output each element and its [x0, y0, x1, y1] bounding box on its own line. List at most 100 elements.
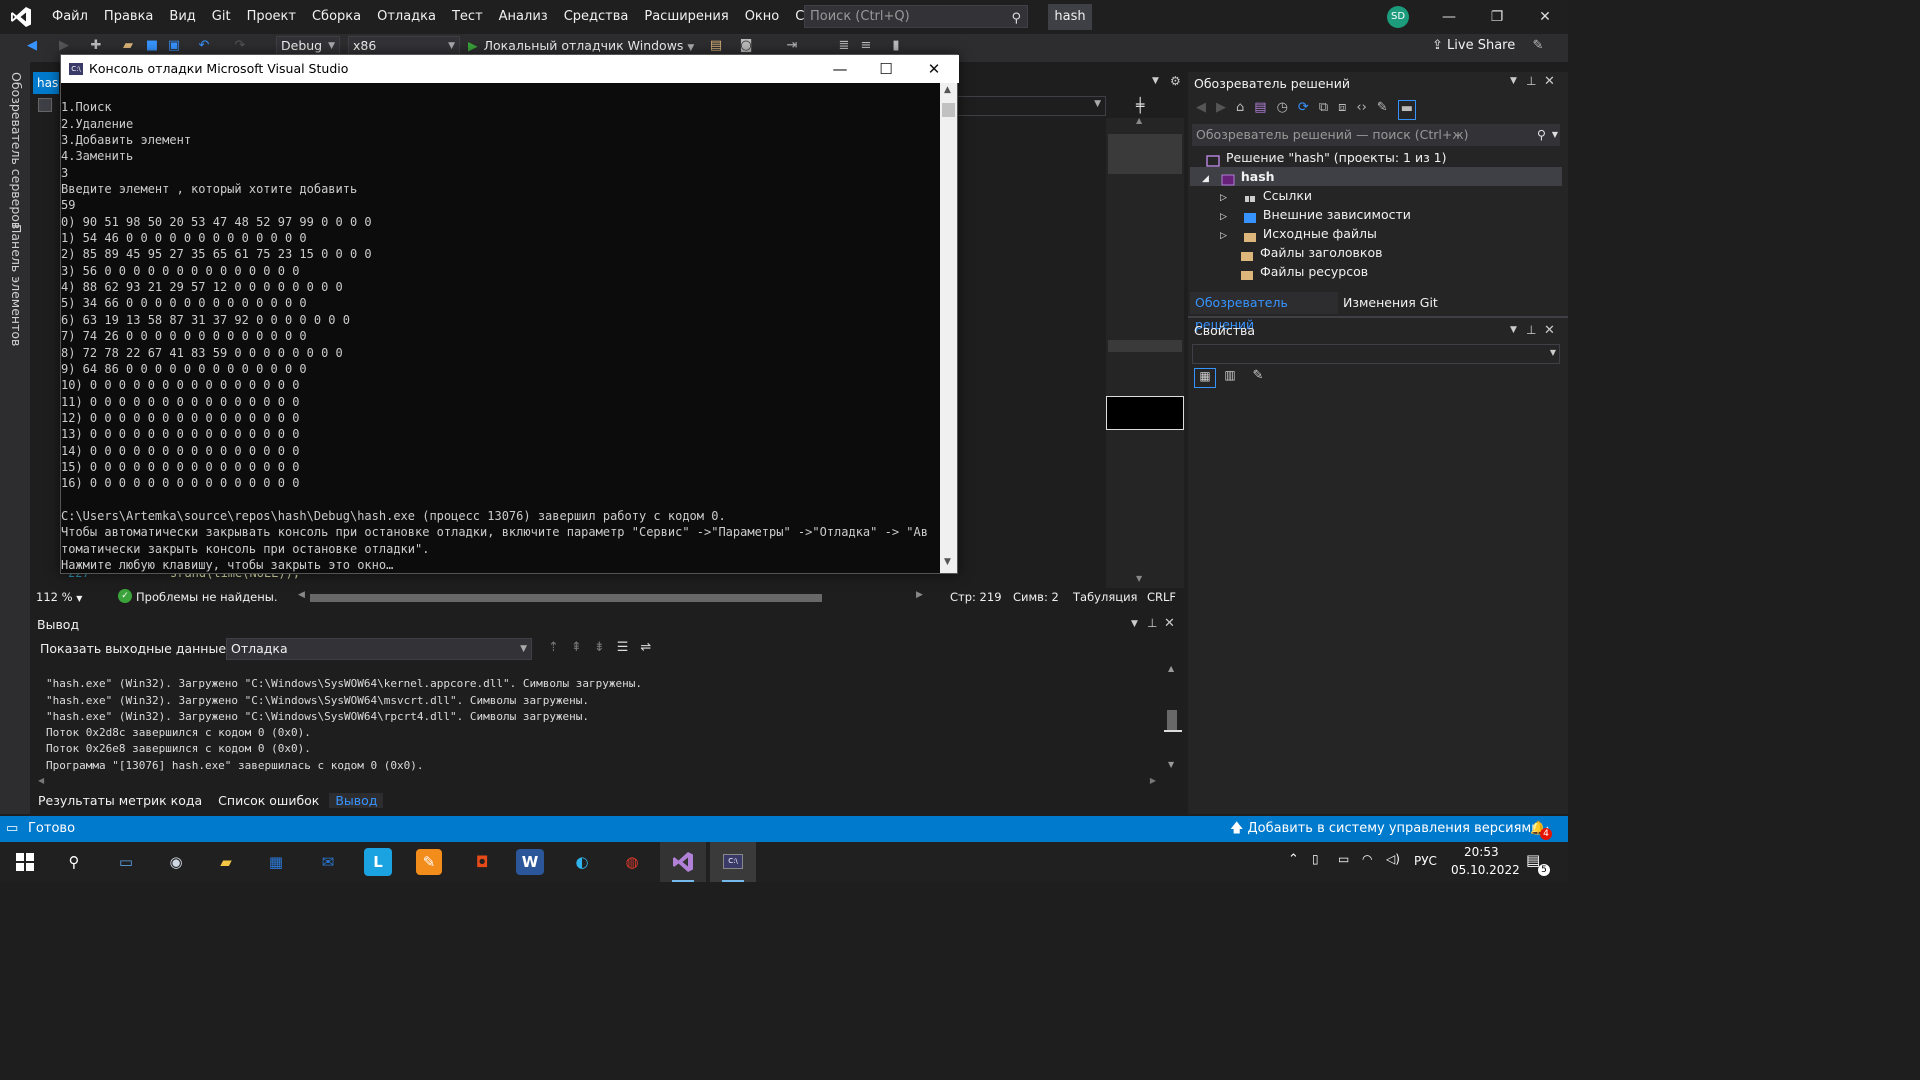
tray-wifi-icon[interactable]: ◠ — [1362, 852, 1372, 866]
indent-indicator[interactable]: Табуляция — [1073, 590, 1137, 604]
menu-debug[interactable]: Отладка — [369, 0, 444, 34]
scroll-down-icon[interactable]: ▼ — [944, 557, 951, 567]
scroll-up-icon[interactable]: ▲ — [1136, 116, 1142, 125]
scroll-up-icon[interactable]: ▲ — [944, 85, 951, 95]
menu-tools[interactable]: Средства — [556, 0, 637, 34]
chevron-down-icon[interactable]: ▼ — [1131, 619, 1138, 629]
add-to-vc-button[interactable]: 🡅 Добавить в систему управления версиями… — [1230, 816, 1551, 843]
tree-item-external-deps[interactable]: ▷ Внешние зависимости — [1190, 205, 1562, 224]
feedback-icon[interactable]: ✎ — [1530, 38, 1546, 54]
member-dropdown[interactable]: ▼ — [950, 96, 1106, 116]
find-message-icon[interactable]: ⇡ — [548, 640, 559, 655]
config-select[interactable]: Debug ▼ — [276, 36, 340, 56]
windows-start-icon[interactable] — [16, 853, 34, 871]
show-all-icon[interactable]: ⧈ — [1338, 100, 1346, 120]
restore-button[interactable]: ❐ — [1474, 0, 1520, 34]
pin-icon[interactable]: ⊥ — [1526, 74, 1536, 88]
alphabetical-icon[interactable]: ▥ — [1220, 368, 1240, 388]
back-icon[interactable]: ◀ — [24, 38, 40, 54]
redo-icon[interactable]: ↷ — [232, 38, 248, 54]
expanded-icon[interactable]: ◢ — [1202, 174, 1209, 184]
previous-message-icon[interactable]: ⇞ — [571, 640, 582, 655]
console-maximize-button[interactable]: ☐ — [863, 55, 909, 83]
tray-display-icon[interactable]: ▭ — [1338, 852, 1349, 866]
taskbar-vs-active[interactable] — [660, 842, 706, 882]
output-source-select[interactable]: Отладка ▼ — [226, 638, 532, 660]
scroll-thumb[interactable] — [942, 103, 955, 117]
menu-test[interactable]: Тест — [444, 0, 491, 34]
switch-view-icon[interactable]: ▤ — [1254, 100, 1266, 120]
chevron-down-icon[interactable]: ▼ — [1510, 76, 1517, 86]
col-indicator[interactable]: Симв: 2 — [1013, 590, 1059, 604]
new-project-icon[interactable]: ✚ — [88, 38, 104, 54]
console-output[interactable]: 1.Поиск 2.Удаление 3.Добавить элемент 4.Зам… — [61, 83, 941, 575]
tray-date[interactable]: 05.10.2022 — [1451, 863, 1520, 877]
word-wrap-icon[interactable]: ⇌ — [640, 640, 651, 655]
taskbar-draw-app-icon[interactable]: ✎ — [416, 849, 442, 875]
tab-solution-explorer[interactable]: Обозреватель решений — [1190, 292, 1338, 332]
wrench-icon[interactable]: ✎ — [1377, 100, 1388, 120]
tray-volume-icon[interactable]: ◁) — [1386, 852, 1400, 866]
taskbar-explorer-icon[interactable]: ▰ — [210, 846, 242, 878]
comment-icon[interactable]: ≡ — [858, 38, 874, 54]
output-vertical-scrollbar[interactable]: ▲ ▼ — [1164, 662, 1182, 774]
console-close-button[interactable]: ✕ — [911, 55, 957, 83]
tab-output[interactable]: Вывод — [329, 793, 384, 808]
tray-chevron-icon[interactable]: ⌃ — [1288, 852, 1299, 867]
taskbar-l-app-icon[interactable]: L — [364, 848, 392, 876]
avatar[interactable]: SD — [1387, 6, 1409, 28]
refresh-icon[interactable]: ⟳ — [1298, 100, 1309, 120]
platform-select[interactable]: x86 ▼ — [348, 36, 460, 56]
menu-view[interactable]: Вид — [161, 0, 203, 34]
taskbar-office-icon[interactable]: ◘ — [466, 846, 498, 878]
menu-edit[interactable]: Правка — [96, 0, 161, 34]
categorized-icon[interactable]: ▦ — [1194, 368, 1216, 388]
scroll-thumb[interactable] — [1167, 710, 1177, 732]
tree-item-references[interactable]: ▷ Ссылки — [1190, 186, 1562, 205]
menu-build[interactable]: Сборка — [304, 0, 369, 34]
undo-icon[interactable]: ↶ — [196, 38, 212, 54]
console-minimize-button[interactable]: — — [817, 55, 863, 83]
save-icon[interactable]: ■ — [144, 38, 160, 54]
zoom-select[interactable]: 112 % ▼ — [36, 590, 82, 604]
taskbar-word-icon[interactable]: W — [516, 849, 544, 875]
close-button[interactable]: ✕ — [1522, 0, 1568, 34]
menu-file[interactable]: Файл — [44, 0, 96, 34]
menu-extensions[interactable]: Расширения — [636, 0, 736, 34]
scroll-left-icon[interactable]: ◀ — [38, 776, 44, 785]
console-scrollbar[interactable]: ▲ ▼ — [940, 83, 957, 573]
collapse-icon[interactable]: ⧉ — [1319, 100, 1328, 120]
back-icon[interactable]: ◀ — [1196, 100, 1206, 120]
menu-project[interactable]: Проект — [239, 0, 304, 34]
close-icon[interactable]: ✕ — [1544, 323, 1555, 338]
close-icon[interactable]: ✕ — [1164, 616, 1175, 631]
forward-icon[interactable]: ▶ — [1216, 100, 1226, 120]
global-search-input[interactable]: Поиск (Ctrl+Q) ⚲ — [804, 5, 1028, 28]
debug-console-window[interactable]: C:\ Консоль отладки Microsoft Visual Stu… — [60, 54, 959, 575]
preview-icon[interactable]: ▬ — [1397, 100, 1416, 120]
taskbar-console-active[interactable]: C:\ — [710, 842, 756, 882]
output-log[interactable]: "hash.exe" (Win32). Загружено "C:\Window… — [46, 660, 642, 790]
server-explorer-tab[interactable]: Обозреватель серверов — [9, 72, 24, 229]
toolbox-tab[interactable]: Панель элементов — [9, 224, 24, 346]
taskbar-edge-icon[interactable]: ◐ — [566, 846, 598, 878]
live-share-button[interactable]: ⇪ Live Share — [1432, 38, 1515, 53]
collapsed-icon[interactable]: ▷ — [1220, 193, 1227, 203]
gear-icon[interactable]: ⚙ — [1170, 74, 1181, 88]
tray-language[interactable]: РУС — [1414, 854, 1437, 868]
tree-item-header-files[interactable]: Файлы заголовков — [1190, 243, 1562, 262]
pin-icon[interactable]: ⊥ — [1147, 616, 1157, 630]
tray-time[interactable]: 20:53 — [1464, 845, 1499, 859]
menu-analyze[interactable]: Анализ — [491, 0, 556, 34]
minimap[interactable]: ▲ ▼ — [1106, 116, 1184, 588]
format-icon[interactable]: ≣ — [836, 38, 852, 54]
tree-project[interactable]: ◢ hash — [1190, 167, 1562, 186]
collapsed-icon[interactable]: ▷ — [1220, 231, 1227, 241]
tray-device-icon[interactable]: ▯ — [1312, 852, 1319, 866]
taskbar-steam-icon[interactable]: ◉ — [160, 846, 192, 878]
line-indicator[interactable]: Стр: 219 — [950, 590, 1002, 604]
open-folder-icon[interactable]: ▰ — [120, 38, 136, 54]
clear-all-icon[interactable]: ☰ — [617, 640, 629, 655]
step-icon[interactable]: ⇥ — [784, 38, 800, 54]
taskbar-search-icon[interactable]: ⚲ — [58, 846, 90, 878]
